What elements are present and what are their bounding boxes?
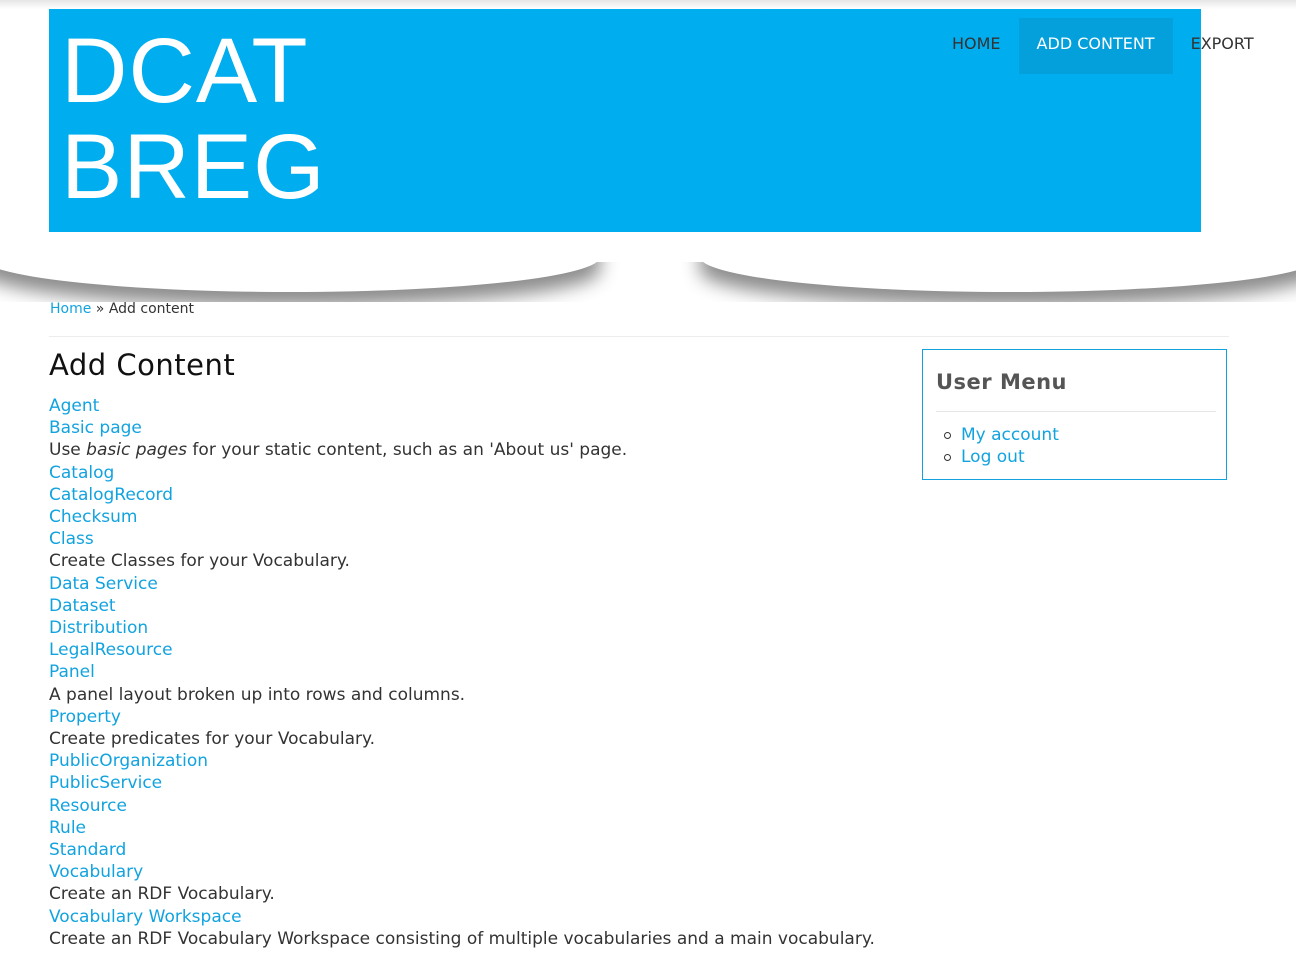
description-text: Use: [49, 440, 87, 461]
breadcrumb-divider: [49, 336, 1229, 337]
content-type-description: Create predicates for your Vocabulary.: [49, 729, 376, 750]
content-type-item: Basic page Use basic pages for your stati…: [49, 417, 875, 461]
content-type-item: Dataset: [49, 595, 875, 617]
content-type-link[interactable]: Rule: [49, 817, 875, 839]
bullet-icon: [944, 431, 951, 439]
content-type-link[interactable]: Catalog: [49, 462, 875, 484]
content-type-link[interactable]: LegalResource: [49, 639, 875, 661]
user-menu-block: User Menu My account Log out: [922, 349, 1227, 480]
content-type-link[interactable]: Property: [49, 706, 875, 728]
content-type-link[interactable]: Resource: [49, 795, 875, 817]
site-name[interactable]: DCAT BREG: [61, 23, 326, 215]
content-type-item: Data Service: [49, 573, 875, 595]
content-type-link[interactable]: Vocabulary Workspace: [49, 906, 875, 928]
content-type-item: Class Create Classes for your Vocabulary.: [49, 528, 875, 572]
shadow-right: [700, 262, 1296, 292]
content-type-item: Standard: [49, 839, 875, 861]
content-type-item: LegalResource: [49, 639, 875, 661]
content-type-link[interactable]: Checksum: [49, 506, 875, 528]
content-type-link[interactable]: Vocabulary: [49, 861, 875, 883]
content-type-link[interactable]: Agent: [49, 395, 875, 417]
content-type-description: Use basic pages for your static content,…: [49, 439, 875, 461]
header-shadow-divider: [0, 262, 1296, 302]
content-type-link[interactable]: Panel: [49, 661, 875, 683]
user-menu-item: My account: [936, 424, 1059, 446]
content-type-link[interactable]: PublicService: [49, 772, 875, 794]
content-type-item: Distribution: [49, 617, 875, 639]
content-type-item: PublicOrganization: [49, 750, 875, 772]
content-type-item: Vocabulary Workspace Create an RDF Vocabu…: [49, 906, 875, 950]
content-type-item: Checksum: [49, 506, 875, 528]
content-type-item: Resource: [49, 795, 875, 817]
content-type-item: Property Create predicates for your Vocab…: [49, 706, 875, 750]
content-type-description: A panel layout broken up into rows and c…: [49, 684, 466, 705]
content-type-link[interactable]: Data Service: [49, 573, 875, 595]
content-type-description: Create an RDF Vocabulary Workspace consi…: [49, 928, 875, 949]
shadow-left: [0, 262, 600, 292]
user-menu-title: User Menu: [936, 370, 1068, 394]
breadcrumb: Home » Add content: [50, 301, 194, 317]
user-menu-item: Log out: [936, 446, 1059, 468]
content-type-list: Agent Basic page Use basic pages for your …: [49, 395, 875, 950]
page-title: Add Content: [49, 348, 236, 382]
site-name-line-1: DCAT: [61, 20, 309, 122]
log-out-link[interactable]: Log out: [961, 446, 1025, 468]
content-type-item: Agent: [49, 395, 875, 417]
content-type-link[interactable]: PublicOrganization: [49, 750, 875, 772]
user-menu-list: My account Log out: [936, 424, 1059, 468]
content-type-link[interactable]: Standard: [49, 839, 875, 861]
nav-home[interactable]: HOME: [934, 18, 1019, 74]
content-type-item: CatalogRecord: [49, 484, 875, 506]
content-type-item: PublicService: [49, 772, 875, 794]
content-type-description: Create an RDF Vocabulary.: [49, 884, 275, 905]
content-type-item: Panel A panel layout broken up into rows …: [49, 661, 875, 705]
my-account-link[interactable]: My account: [961, 424, 1059, 446]
description-emphasis: basic pages: [86, 440, 188, 461]
bullet-icon: [944, 453, 951, 461]
content-type-link[interactable]: Class: [49, 528, 875, 550]
content-type-link[interactable]: Basic page: [49, 417, 875, 439]
content-type-link[interactable]: Dataset: [49, 595, 875, 617]
top-gradient-bar: [0, 0, 1296, 9]
nav-add-content[interactable]: ADD CONTENT: [1018, 18, 1173, 74]
breadcrumb-separator: »: [91, 301, 109, 317]
main-nav: HOME ADD CONTENT EXPORT: [934, 18, 1272, 74]
breadcrumb-home-link[interactable]: Home: [50, 301, 91, 317]
content-type-item: Vocabulary Create an RDF Vocabulary.: [49, 861, 875, 905]
content-type-item: Catalog: [49, 462, 875, 484]
content-type-link[interactable]: CatalogRecord: [49, 484, 875, 506]
site-header-banner: DCAT BREG HOME ADD CONTENT EXPORT: [49, 9, 1254, 232]
content-type-link[interactable]: Distribution: [49, 617, 875, 639]
content-type-item: Rule: [49, 817, 875, 839]
user-menu-divider: [936, 411, 1216, 412]
site-name-line-2: BREG: [61, 116, 326, 218]
content-type-description: Create Classes for your Vocabulary.: [49, 551, 350, 572]
description-text: for your static content, such as an 'Abo…: [187, 440, 628, 461]
breadcrumb-current: Add content: [108, 301, 194, 317]
nav-export[interactable]: EXPORT: [1173, 18, 1272, 74]
